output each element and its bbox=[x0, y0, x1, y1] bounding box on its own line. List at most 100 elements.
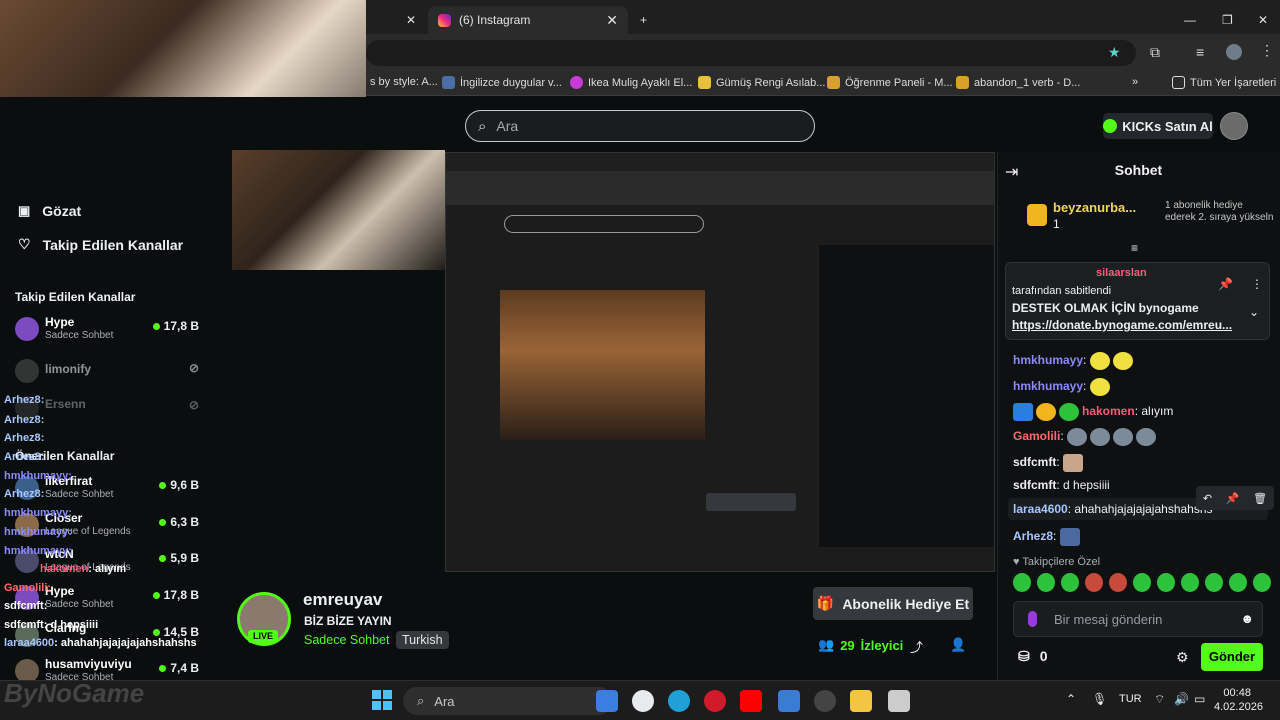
tray-chevron-icon[interactable]: ⌃ bbox=[1066, 692, 1076, 706]
chat-message[interactable]: hakomen: alıyım bbox=[1013, 403, 1173, 421]
chat-username[interactable]: hmkhumayy bbox=[1013, 379, 1083, 393]
bookmark-item[interactable]: s by style: A... bbox=[370, 76, 438, 88]
settings-gear-icon[interactable]: ⚙ bbox=[1176, 649, 1189, 666]
chat-text: : bbox=[1083, 379, 1087, 394]
send-button[interactable]: Gönder bbox=[1201, 643, 1263, 671]
emote-icon[interactable] bbox=[1109, 573, 1127, 592]
maximize-button[interactable]: ❐ bbox=[1212, 6, 1243, 34]
pinned-message[interactable]: silaarslan tarafından sabitlendi DESTEK … bbox=[1005, 262, 1270, 340]
edge-icon[interactable] bbox=[668, 690, 690, 712]
chat-username[interactable]: laraa4600 bbox=[1013, 502, 1068, 516]
tab-close-icon[interactable]: ✕ bbox=[396, 6, 416, 34]
opera-icon[interactable] bbox=[704, 690, 726, 712]
address-bar[interactable] bbox=[366, 40, 1136, 66]
all-bookmarks-button[interactable]: Tüm Yer İşaretleri bbox=[1172, 76, 1276, 89]
language-indicator[interactable]: TUR bbox=[1119, 693, 1142, 705]
bookmark-item[interactable]: Ikea Mulig Ayaklı El... bbox=[570, 76, 692, 89]
tab-instagram[interactable]: (6) Instagram ✕ bbox=[428, 6, 628, 34]
emote-icon[interactable] bbox=[1061, 573, 1079, 592]
profile-icon[interactable] bbox=[1226, 44, 1242, 60]
pin-icon[interactable]: 📌 bbox=[1218, 277, 1233, 291]
volume-icon[interactable]: 🔊 bbox=[1174, 692, 1189, 706]
kicks-buy-button[interactable]: KICKs Satın Al bbox=[1103, 113, 1213, 139]
sidebar-browse[interactable]: ▣ Gözat bbox=[18, 203, 81, 219]
chat-message[interactable]: sdfcmft: d hepsiiii bbox=[1013, 478, 1110, 492]
obs-icon[interactable] bbox=[814, 690, 836, 712]
folder-icon[interactable] bbox=[850, 690, 872, 712]
stream-category[interactable]: Sadece Sohbet bbox=[304, 633, 390, 647]
app-icon[interactable] bbox=[888, 690, 910, 712]
chat-message-input[interactable]: Bir mesaj gönderin ☻ bbox=[1013, 601, 1263, 637]
bookmark-label: Öğrenme Paneli - M... bbox=[845, 76, 953, 89]
viewer-count-value: 17,8 B bbox=[163, 588, 199, 602]
more-options-icon[interactable]: ⋮ bbox=[1251, 277, 1263, 291]
emote-icon[interactable] bbox=[1157, 573, 1175, 592]
pinned-link[interactable]: https://donate.bynogame.com/emreu... bbox=[1012, 318, 1232, 332]
taskbar-search[interactable]: ⌕ Ara bbox=[403, 687, 613, 715]
channel-item[interactable]: Hype Sadece Sohbet 17,8 B bbox=[15, 315, 205, 349]
chat-message[interactable]: hmkhumayy: bbox=[1013, 352, 1136, 370]
battery-icon[interactable]: ▭ bbox=[1194, 692, 1205, 706]
overlay-chat-line: Arhez8: bbox=[4, 414, 44, 426]
streamer-name[interactable]: emreuyav bbox=[303, 590, 382, 610]
language-tag[interactable]: Turkish bbox=[396, 631, 449, 649]
delete-icon[interactable]: 🗑 bbox=[1253, 492, 1267, 505]
chat-username[interactable]: sdfcmft bbox=[1013, 455, 1056, 469]
mail-icon[interactable] bbox=[596, 690, 618, 712]
bookmark-item[interactable]: abandon_1 verb - D... bbox=[956, 76, 1080, 89]
star-icon[interactable]: ★ bbox=[1108, 44, 1121, 61]
chat-username[interactable]: hakomen bbox=[1082, 404, 1135, 418]
extensions-icon[interactable]: ⧉ bbox=[1150, 44, 1160, 61]
reply-icon[interactable]: ↶ bbox=[1203, 492, 1212, 505]
bookmark-item[interactable]: İngilizce duygular v... bbox=[442, 76, 562, 89]
sidebar-following[interactable]: ♡ Takip Edilen Kanallar bbox=[18, 236, 183, 253]
chat-message[interactable]: sdfcmft: bbox=[1013, 454, 1086, 472]
gift-subscription-button[interactable]: 🎁 Abonelik Hediye Et bbox=[813, 587, 973, 620]
store-icon[interactable] bbox=[778, 690, 800, 712]
minimize-button[interactable]: — bbox=[1174, 6, 1206, 34]
emote-icon[interactable] bbox=[1013, 573, 1031, 592]
follow-icon[interactable]: 👤 bbox=[950, 637, 966, 653]
emote-icon[interactable] bbox=[1181, 573, 1199, 592]
chat-username[interactable]: Arhez8 bbox=[1013, 529, 1053, 543]
emote-icon[interactable] bbox=[1229, 573, 1247, 592]
emoji-icon[interactable]: ☻ bbox=[1240, 611, 1254, 626]
windows-start-icon[interactable] bbox=[372, 690, 392, 710]
chat-username[interactable]: sdfcmft bbox=[1013, 478, 1056, 492]
youtube-icon[interactable] bbox=[740, 690, 762, 712]
overlay-chat-line: Arhez8: bbox=[4, 394, 44, 406]
emote-icon[interactable] bbox=[1253, 573, 1271, 592]
bookmark-item[interactable]: Gümüş Rengi Asılab... bbox=[698, 76, 825, 89]
clock[interactable]: 00:48 4.02.2026 bbox=[1214, 686, 1263, 714]
close-icon[interactable]: ✕ bbox=[606, 12, 618, 29]
emote-icon[interactable] bbox=[1205, 573, 1223, 592]
window-close-button[interactable]: ✕ bbox=[1248, 6, 1278, 34]
emote-icon[interactable] bbox=[1133, 573, 1151, 592]
chat-message[interactable]: laraa4600: ahahahjajajajajahshahshs bbox=[1013, 502, 1213, 516]
chat-username[interactable]: Gamolili bbox=[1013, 429, 1060, 443]
channel-item[interactable]: limonify ⊘ bbox=[15, 357, 205, 391]
chevron-down-icon[interactable]: ⌄ bbox=[1249, 305, 1259, 319]
microphone-icon[interactable]: 🎙 bbox=[1092, 692, 1107, 706]
search-input[interactable]: ⌕ Ara bbox=[465, 110, 815, 142]
media-icon[interactable]: ≡ bbox=[1196, 44, 1204, 60]
chrome-icon[interactable] bbox=[632, 690, 654, 712]
chat-message[interactable]: Gamolili: bbox=[1013, 428, 1159, 446]
emote-icon[interactable] bbox=[1037, 573, 1055, 592]
live-dot-icon bbox=[159, 664, 167, 672]
bookmark-item[interactable]: Öğrenme Paneli - M... bbox=[827, 76, 953, 89]
user-avatar[interactable] bbox=[1220, 112, 1248, 140]
chat-message[interactable]: Arhez8: bbox=[1013, 528, 1083, 546]
emote-icon[interactable] bbox=[1085, 573, 1103, 592]
pin-icon[interactable]: 📌 bbox=[1226, 492, 1240, 505]
emote-icon bbox=[1089, 352, 1110, 370]
menu-icon[interactable]: ⋮ bbox=[1260, 42, 1274, 59]
channel-points[interactable]: ⛁ 0 bbox=[1018, 648, 1048, 665]
wifi-icon[interactable]: ⌔ bbox=[1154, 692, 1165, 707]
chat-message[interactable]: hmkhumayy: bbox=[1013, 378, 1113, 396]
share-icon[interactable]: ⤴ bbox=[910, 637, 923, 656]
chat-username[interactable]: hmkhumayy bbox=[1013, 353, 1083, 367]
more-bookmarks-button[interactable]: » bbox=[1132, 76, 1138, 88]
scroll-down-icon[interactable]: ≡ bbox=[1131, 241, 1138, 255]
new-tab-button[interactable]: + bbox=[630, 6, 657, 34]
